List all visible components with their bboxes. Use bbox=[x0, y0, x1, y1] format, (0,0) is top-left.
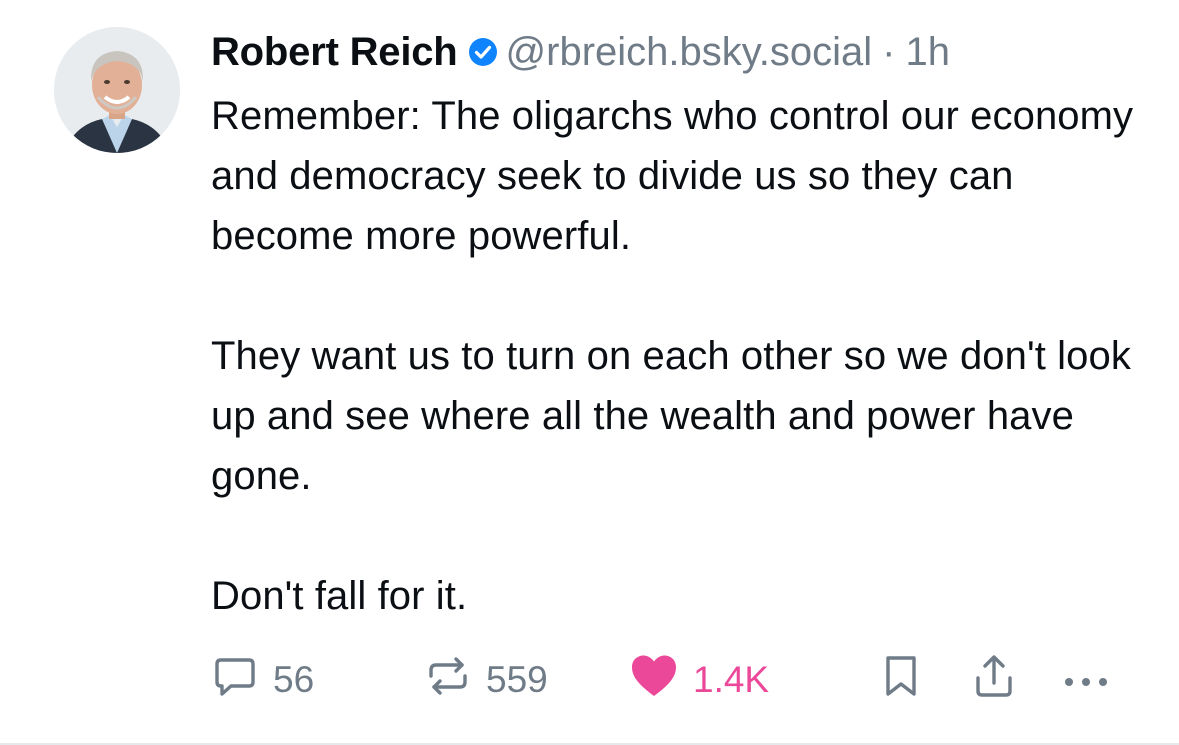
like-count: 1.4K bbox=[693, 659, 770, 700]
post-card: Robert Reich @rbreich.bsky.social · 1h R… bbox=[0, 0, 1179, 745]
author-avatar[interactable] bbox=[54, 27, 180, 153]
bookmark-button[interactable] bbox=[881, 650, 921, 710]
post-content: Robert Reich @rbreich.bsky.social · 1h R… bbox=[211, 26, 1151, 626]
post-header: Robert Reich @rbreich.bsky.social · 1h bbox=[211, 26, 1151, 78]
verified-check-icon bbox=[468, 37, 498, 67]
repost-icon bbox=[424, 652, 472, 709]
author-handle[interactable]: @rbreich.bsky.social bbox=[506, 26, 873, 78]
like-button[interactable]: 1.4K bbox=[629, 650, 769, 710]
more-dots-icon bbox=[1061, 659, 1111, 701]
reply-button[interactable]: 56 bbox=[211, 650, 314, 710]
post-timestamp[interactable]: 1h bbox=[906, 26, 951, 78]
avatar-image bbox=[54, 27, 180, 153]
more-options-button[interactable] bbox=[1061, 650, 1111, 710]
share-icon bbox=[971, 652, 1017, 709]
post-text: Remember: The oligarchs who control our … bbox=[211, 94, 1134, 618]
repost-count: 559 bbox=[486, 659, 548, 700]
share-button[interactable] bbox=[971, 650, 1017, 710]
reply-icon bbox=[211, 652, 259, 709]
post-actions: 56 559 1.4K bbox=[211, 650, 1111, 710]
header-separator: · bbox=[882, 30, 896, 74]
bookmark-icon bbox=[881, 652, 921, 709]
heart-icon bbox=[629, 653, 679, 708]
reply-count: 56 bbox=[273, 659, 315, 700]
author-name[interactable]: Robert Reich bbox=[211, 26, 458, 78]
repost-button[interactable]: 559 bbox=[424, 650, 548, 710]
